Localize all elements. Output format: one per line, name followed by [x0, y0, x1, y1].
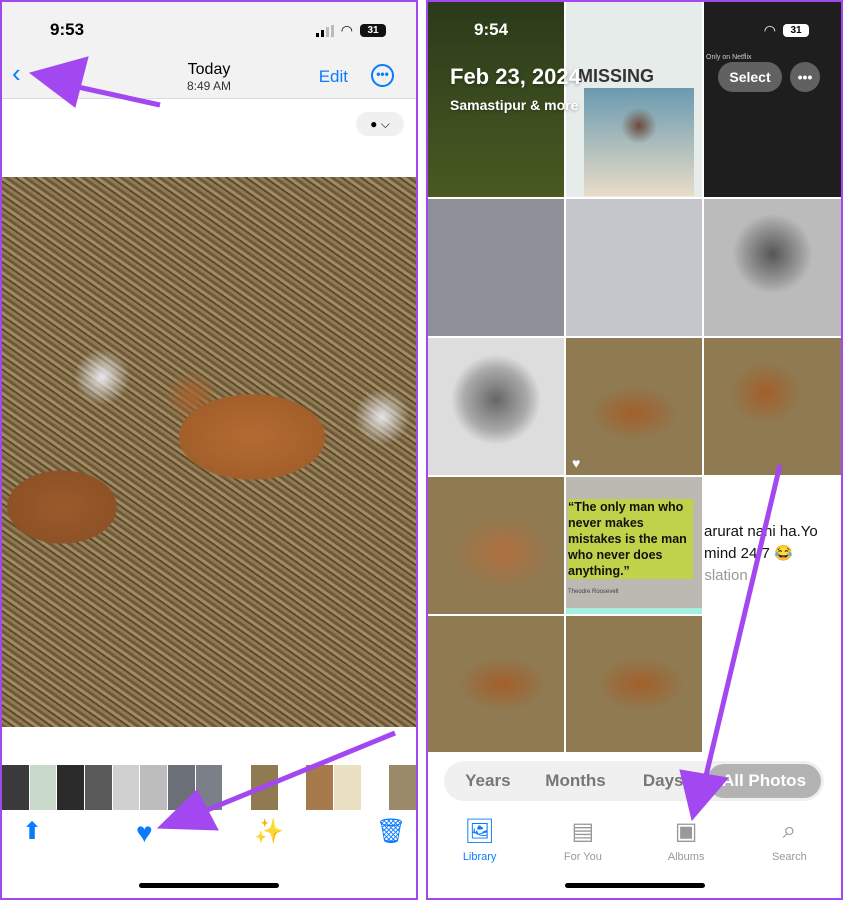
- signal-icon: [315, 24, 334, 37]
- thumbnail[interactable]: [334, 765, 361, 810]
- tile-text: mind 24/7 😂: [704, 545, 793, 562]
- photo-tile[interactable]: [704, 338, 841, 475]
- thumbnail[interactable]: [140, 765, 168, 810]
- status-bar: 9:53 ◠ 31: [2, 2, 416, 52]
- photo-tile[interactable]: [428, 616, 564, 752]
- location-subtitle: Samastipur & more: [450, 97, 579, 113]
- favorite-badge-icon: ♥: [572, 455, 581, 471]
- people-filter-button[interactable]: ● ⌵: [356, 112, 404, 136]
- thumbnail[interactable]: [29, 765, 57, 810]
- favorite-button[interactable]: ♥: [136, 817, 153, 849]
- tab-label: Search: [771, 851, 807, 863]
- select-button[interactable]: Select: [718, 62, 782, 92]
- share-button[interactable]: ⬆︎: [22, 817, 42, 846]
- thumbnail-scrubber[interactable]: [2, 765, 416, 810]
- delete-button[interactable]: 🗑︎: [376, 817, 406, 846]
- tab-for-you[interactable]: ▤ For You: [531, 817, 634, 863]
- date-heading: Feb 23, 2024: [450, 64, 581, 89]
- missing-text: MISSING: [578, 66, 655, 86]
- status-time: 9:54: [474, 20, 509, 39]
- person-photo: [584, 88, 694, 196]
- segment-days[interactable]: Days: [619, 771, 707, 791]
- thumbnail[interactable]: [195, 765, 223, 810]
- thumbnail[interactable]: [57, 765, 85, 810]
- magic-edit-button[interactable]: ✨: [254, 817, 284, 846]
- quote-text: “The only man who never makes mistakes i…: [568, 499, 693, 579]
- nav-title: Today: [187, 61, 231, 78]
- thumbnail[interactable]: [85, 765, 112, 810]
- photo-tile[interactable]: [566, 616, 702, 752]
- tile-text: nslation: [704, 567, 748, 584]
- photo-tile[interactable]: ♥: [566, 338, 702, 475]
- empty-tile: [704, 616, 841, 752]
- tab-search[interactable]: ⌕ Search: [738, 817, 841, 863]
- tab-bar: 🖼︎ Library ▤ For You ▣ Albums ⌕ Search: [428, 817, 841, 863]
- search-icon: ⌕: [782, 817, 797, 844]
- thumbnail[interactable]: [251, 765, 278, 810]
- segment-months[interactable]: Months: [532, 771, 620, 791]
- segment-all-photos[interactable]: All Photos: [707, 764, 821, 798]
- segment-years[interactable]: Years: [444, 771, 532, 791]
- photo-tile[interactable]: [566, 199, 702, 336]
- thumbnail[interactable]: [389, 765, 416, 810]
- thumbnail[interactable]: [168, 765, 195, 810]
- wifi-icon: ◠: [763, 22, 776, 38]
- status-bar: 9:54 ◠ 31: [428, 2, 841, 52]
- battery-icon: 31: [783, 24, 809, 37]
- thumbnail[interactable]: [278, 765, 306, 810]
- photo-tile[interactable]: [704, 199, 841, 336]
- thumbnail[interactable]: [223, 765, 251, 810]
- quote-tile[interactable]: “The only man who never makes mistakes i…: [566, 477, 702, 614]
- thumbnail[interactable]: [306, 765, 334, 810]
- edit-button[interactable]: Edit: [319, 67, 348, 87]
- photo-tile[interactable]: [428, 338, 564, 475]
- battery-icon: 31: [360, 24, 386, 37]
- for-you-icon: ▤: [571, 818, 595, 845]
- status-time: 9:53: [50, 20, 85, 39]
- photo-tile[interactable]: [428, 477, 564, 614]
- thumbnail[interactable]: [361, 765, 389, 810]
- more-button[interactable]: •••: [371, 64, 394, 87]
- tile-text: Only on Netflix: [706, 54, 752, 61]
- more-button[interactable]: •••: [790, 62, 820, 92]
- photo-viewer-screen: 9:53 ◠ 31 ‹ Today 8:49 AM Edit ••• ● ⌵ ⬆…: [0, 0, 418, 900]
- photo-library-icon: 🖼︎: [464, 818, 495, 845]
- albums-stack-icon: ▣: [674, 818, 698, 845]
- quote-author: Theodre Roosevelt: [568, 589, 619, 595]
- main-photo[interactable]: [2, 177, 416, 727]
- wifi-icon: ◠: [340, 22, 353, 38]
- thumbnail[interactable]: [112, 765, 140, 810]
- tab-label: Library: [462, 851, 497, 863]
- tab-library[interactable]: 🖼︎ Library: [428, 817, 531, 863]
- tab-label: For You: [563, 851, 602, 863]
- home-indicator: [564, 883, 705, 888]
- tab-label: Albums: [667, 851, 705, 863]
- tab-albums[interactable]: ▣ Albums: [635, 817, 738, 863]
- nav-bar: ‹ Today 8:49 AM Edit •••: [2, 52, 416, 99]
- photo-tile[interactable]: [428, 199, 564, 336]
- home-indicator: [139, 883, 279, 888]
- tile-text: arurat nahi ha.Yo: [704, 523, 818, 540]
- nav-subtitle: 8:49 AM: [186, 79, 232, 93]
- library-screen: Only on Netflix ♥ “The only man who neve…: [426, 0, 843, 900]
- view-segmented-control[interactable]: Years Months Days All Photos: [444, 761, 824, 801]
- thumbnail[interactable]: [2, 765, 29, 810]
- photo-tile[interactable]: arurat nahi ha.Yo mind 24/7 😂 nslation: [704, 477, 841, 614]
